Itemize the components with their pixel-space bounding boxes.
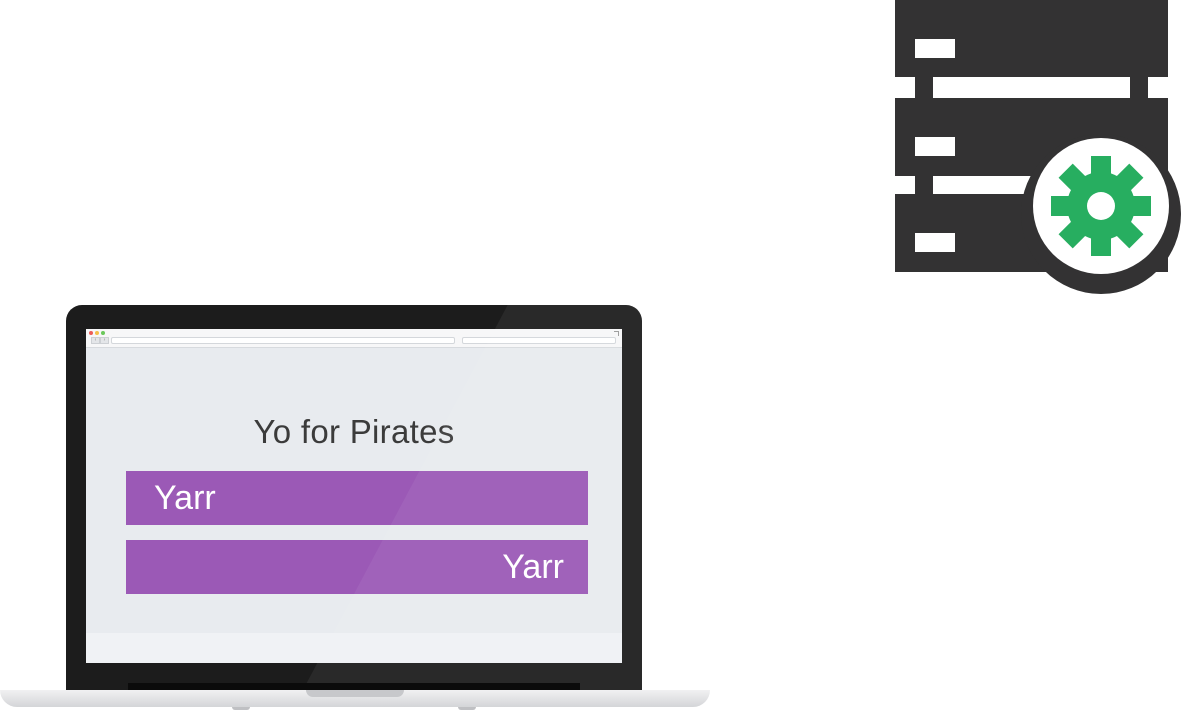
laptop-foot-left: [232, 707, 250, 710]
server-unit-top: [895, 0, 1168, 77]
laptop: ‹ › Yo for Pirates Yarr Yarr: [0, 305, 710, 712]
forward-button[interactable]: ›: [100, 337, 109, 344]
illustration: ‹ › Yo for Pirates Yarr Yarr: [0, 0, 1188, 712]
browser-search-bar[interactable]: [462, 337, 616, 344]
fullscreen-icon[interactable]: [614, 331, 619, 336]
drive-slot-3: [915, 233, 955, 252]
address-bar[interactable]: [111, 337, 455, 344]
laptop-lid: ‹ › Yo for Pirates Yarr Yarr: [66, 305, 642, 690]
screen-footer: [86, 633, 622, 663]
laptop-screen: ‹ › Yo for Pirates Yarr Yarr: [86, 329, 622, 663]
back-button[interactable]: ‹: [91, 337, 100, 344]
message-bar-right[interactable]: Yarr: [126, 540, 588, 594]
laptop-foot-right: [458, 707, 476, 710]
message-bar-left[interactable]: Yarr: [126, 471, 588, 525]
page-title: Yo for Pirates: [253, 413, 455, 450]
gear-icon: [1051, 156, 1151, 256]
maximize-window-button[interactable]: [101, 331, 105, 335]
close-window-button[interactable]: [89, 331, 93, 335]
minimize-window-button[interactable]: [95, 331, 99, 335]
server-stack-icon: [895, 0, 1188, 300]
drive-slot-2: [915, 137, 955, 156]
browser-toolbar: ‹ ›: [86, 329, 622, 348]
laptop-notch: [306, 690, 404, 697]
laptop-hinge: [128, 683, 580, 690]
drive-slot-1: [915, 39, 955, 58]
